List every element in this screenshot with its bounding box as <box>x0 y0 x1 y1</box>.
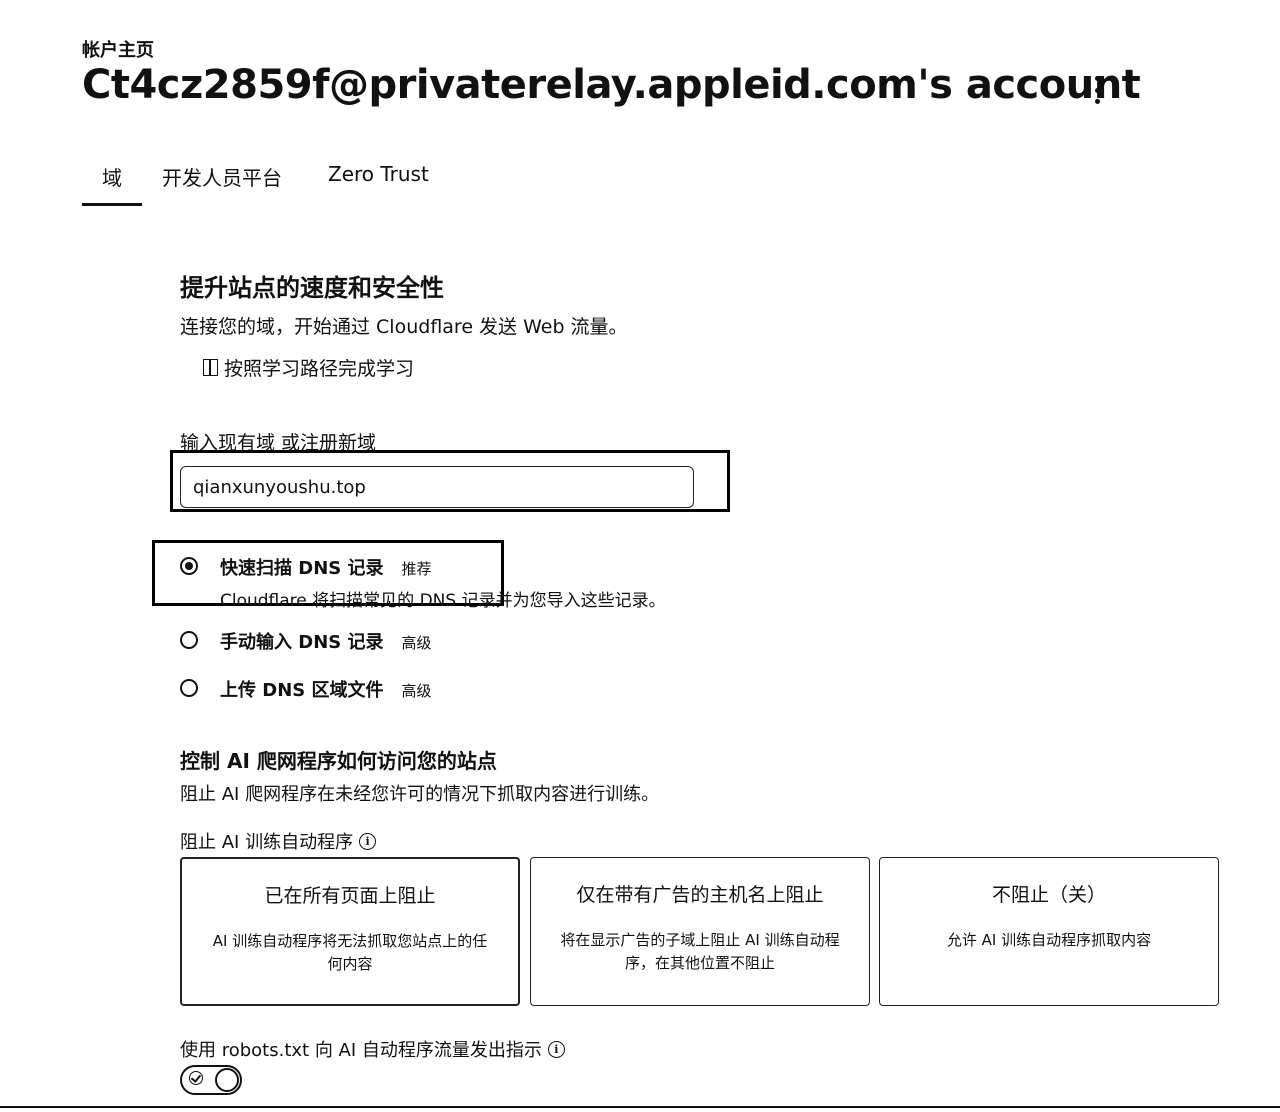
check-icon <box>189 1071 203 1085</box>
learning-path-label: 按照学习路径完成学习 <box>224 358 415 380</box>
tab-domain[interactable]: 域 <box>102 162 122 191</box>
active-tab-indicator <box>82 203 142 206</box>
dns-option-quick-scan[interactable]: 快速扫描 DNS 记录 推荐 Cloudflare 将扫描常见的 DNS 记录并为… <box>180 554 666 611</box>
option-title: 手动输入 DNS 记录 <box>220 632 384 653</box>
option-tag: 高级 <box>401 634 432 652</box>
toggle-knob <box>215 1068 239 1092</box>
page-title: Ct4cz2859f@privaterelay.appleid.com's ac… <box>82 62 1141 108</box>
dns-option-manual[interactable]: 手动输入 DNS 记录 高级 <box>180 628 432 654</box>
divider <box>0 1106 1280 1108</box>
radio-button[interactable] <box>180 679 198 697</box>
robots-txt-toggle[interactable] <box>180 1065 242 1095</box>
card-description: AI 训练自动程序将无法抓取您站点上的任何内容 <box>212 932 488 973</box>
section-title: 提升站点的速度和安全性 <box>180 274 444 302</box>
option-tag: 推荐 <box>401 560 432 578</box>
book-icon <box>203 359 218 376</box>
dns-option-upload[interactable]: 上传 DNS 区域文件 高级 <box>180 676 432 702</box>
card-block-all-pages[interactable]: 已在所有页面上阻止 AI 训练自动程序将无法抓取您站点上的任何内容 <box>180 857 520 1006</box>
ai-section-subtitle: 阻止 AI 爬网程序在未经您许可的情况下抓取内容进行训练。 <box>180 784 660 805</box>
robots-txt-text: 使用 robots.txt 向 AI 自动程序流量发出指示 <box>180 1040 542 1061</box>
tab-developer-platform[interactable]: 开发人员平台 <box>162 162 282 191</box>
card-title: 不阻止（关） <box>991 884 1106 906</box>
robots-txt-label: 使用 robots.txt 向 AI 自动程序流量发出指示 i <box>180 1036 565 1062</box>
card-title: 已在所有页面上阻止 <box>264 885 436 907</box>
card-do-not-block[interactable]: 不阻止（关） 允许 AI 训练自动程序抓取内容 <box>879 857 1219 1006</box>
section-subtitle: 连接您的域，开始通过 Cloudflare 发送 Web 流量。 <box>180 316 628 338</box>
info-icon[interactable]: i <box>547 1040 565 1058</box>
card-block-ad-hostnames[interactable]: 仅在带有广告的主机名上阻止 将在显示广告的子域上阻止 AI 训练自动程序，在其他… <box>530 857 870 1006</box>
ai-section-title: 控制 AI 爬网程序如何访问您的站点 <box>180 749 497 773</box>
kebab-icon[interactable] <box>1088 76 1106 104</box>
domain-input[interactable] <box>180 466 694 508</box>
tab-zero-trust[interactable]: Zero Trust <box>328 162 429 186</box>
card-title: 仅在带有广告的主机名上阻止 <box>576 884 824 906</box>
learning-path-link[interactable]: 按照学习路径完成学习 <box>203 354 414 381</box>
option-title: 快速扫描 DNS 记录 <box>220 558 384 579</box>
option-tag: 高级 <box>401 682 432 700</box>
info-icon[interactable]: i <box>359 832 377 850</box>
card-description: 允许 AI 训练自动程序抓取内容 <box>946 931 1152 949</box>
block-ai-bots-text: 阻止 AI 训练自动程序 <box>180 832 354 853</box>
option-title: 上传 DNS 区域文件 <box>220 680 384 701</box>
block-ai-bots-label: 阻止 AI 训练自动程序 i <box>180 828 377 854</box>
breadcrumb[interactable]: 帐户主页 <box>82 36 154 62</box>
radio-button[interactable] <box>180 631 198 649</box>
card-description: 将在显示广告的子域上阻止 AI 训练自动程序，在其他位置不阻止 <box>560 931 840 972</box>
option-description: Cloudflare 将扫描常见的 DNS 记录并为您导入这些记录。 <box>220 591 666 611</box>
radio-button[interactable] <box>180 557 198 575</box>
